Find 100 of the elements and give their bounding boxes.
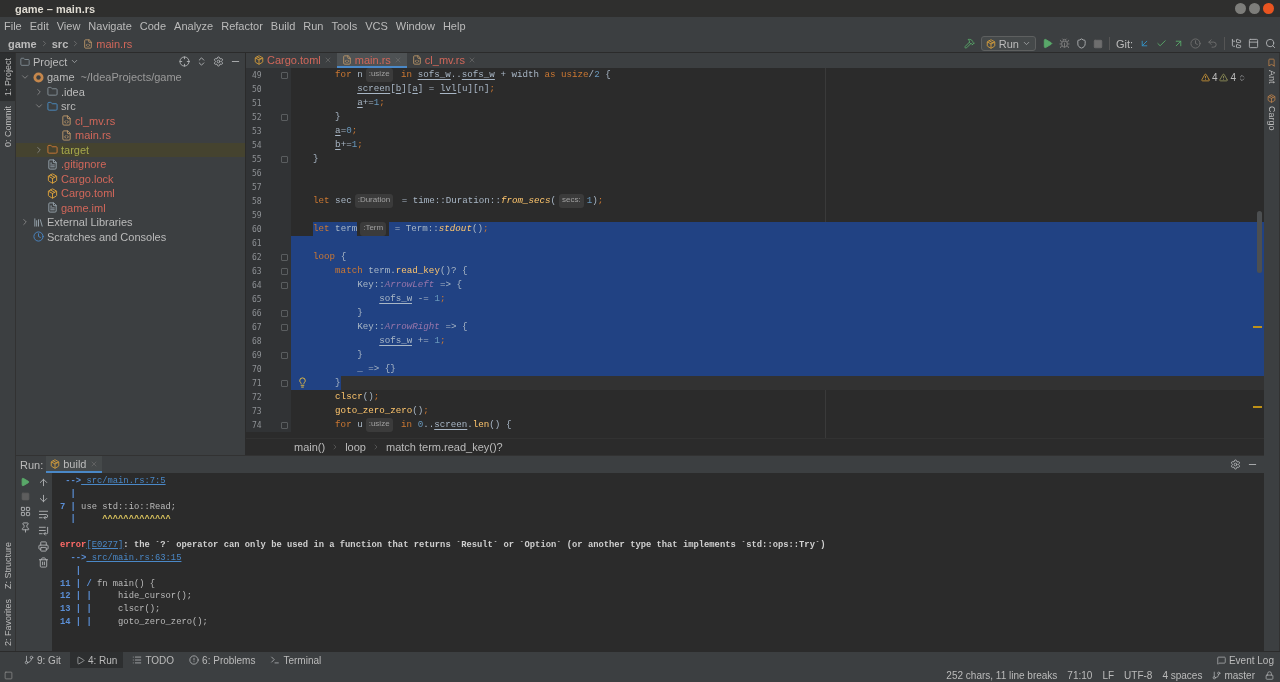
fold-marker[interactable] [281,309,288,317]
tree-item[interactable]: target [16,142,245,157]
scroll-to-end-button[interactable] [37,525,49,536]
warning-marker[interactable] [1253,326,1262,328]
menu-item[interactable]: Build [270,20,296,32]
menu-item[interactable]: File [4,20,22,32]
breadcrumb-item[interactable]: match term.read_key()? [385,441,503,453]
run-configuration-select[interactable]: Run [980,36,1036,51]
tree-item[interactable]: Scratches and Consoles [16,229,245,244]
tree-item[interactable]: src [16,99,245,114]
editor-tab[interactable]: Cargo.toml [249,53,337,68]
tool-window-tab[interactable]: Cargo [1264,88,1279,136]
fold-marker[interactable] [281,323,288,331]
fold-marker[interactable] [281,155,288,163]
settings-button[interactable] [1230,459,1241,470]
breadcrumb-item[interactable]: main.rs [96,37,133,50]
tree-item[interactable]: cl_mv.rs [16,113,245,128]
rollback-button[interactable] [1207,38,1218,49]
scrollbar-thumb[interactable] [1257,211,1262,273]
run-tab[interactable]: build [46,456,102,473]
event-log-button[interactable]: Event Log [1216,654,1274,666]
fold-marker[interactable] [281,267,288,275]
project-structure-button[interactable] [1231,38,1242,49]
tool-window-tab[interactable]: Ant [1264,53,1279,89]
status-item[interactable]: 252 chars, 11 line breaks [946,669,1058,681]
search-button[interactable] [1265,38,1276,49]
menu-item[interactable]: VCS [365,20,388,32]
breadcrumb-item[interactable]: loop [345,441,366,453]
tree-item[interactable]: External Libraries [16,215,245,230]
fold-marker[interactable] [281,281,288,289]
run-button[interactable] [1041,38,1053,49]
minimize-button[interactable] [1235,3,1246,14]
warning-marker[interactable] [1253,406,1262,408]
menu-item[interactable]: Window [395,20,435,32]
tree-item[interactable]: Cargo.toml [16,186,245,201]
commit-button[interactable] [1156,38,1167,49]
status-item[interactable]: UTF-8 [1124,669,1153,681]
maximize-button[interactable] [1249,3,1260,14]
tree-item[interactable]: .idea [16,84,245,99]
status-item[interactable]: LF [1102,669,1115,681]
update-button[interactable] [1139,38,1150,49]
tool-window-tab[interactable]: 0: Commit [0,101,15,153]
history-button[interactable] [1190,38,1201,49]
menu-item[interactable]: View [56,20,81,32]
fold-marker[interactable] [281,113,288,121]
status-item[interactable]: 71:10 [1067,669,1093,681]
build-button[interactable] [963,38,975,49]
menu-item[interactable]: Tools [331,20,358,32]
breadcrumb-item[interactable]: main() [294,441,326,453]
pin-button[interactable] [19,522,31,533]
debug-button[interactable] [1058,38,1070,49]
tool-window-tab[interactable]: 1: Project [0,53,15,102]
down-button[interactable] [37,493,49,504]
tree-item[interactable]: .gitignore [16,157,245,172]
close-button[interactable] [1263,3,1274,14]
clear-button[interactable] [37,557,49,568]
tool-window-tab[interactable]: 4: Run [69,651,124,669]
status-item[interactable]: 4 spaces [1162,669,1203,681]
layout-button[interactable] [1248,38,1259,49]
push-button[interactable] [1173,38,1184,49]
menu-item[interactable]: Analyze [174,20,214,32]
tool-window-tab[interactable]: TODO [126,651,181,669]
tool-window-tab[interactable]: 9: Git [18,651,67,669]
menu-item[interactable]: Help [442,20,466,32]
tool-window-tab[interactable]: Terminal [264,651,328,669]
code-line: goto_zero_zero(); [334,404,429,418]
fold-marker[interactable] [281,379,288,387]
menu-item[interactable]: Run [303,20,324,32]
collapse-button[interactable] [196,56,207,67]
print-button[interactable] [37,541,49,552]
tree-item[interactable]: game ~/IdeaProjects/game [16,70,245,85]
menu-item[interactable]: Navigate [88,20,132,32]
fold-marker[interactable] [281,71,288,79]
tree-item[interactable]: main.rs [16,128,245,143]
fold-marker[interactable] [281,421,288,429]
settings-button[interactable] [213,56,224,67]
branch-button[interactable]: master [1212,669,1255,681]
fold-marker[interactable] [281,253,288,261]
editor-tab[interactable]: cl_mv.rs [406,53,481,68]
stop-button[interactable] [1092,38,1103,49]
soft-wrap-button[interactable] [37,509,49,520]
tool-windows-button[interactable] [4,670,13,680]
warning-icon [1219,73,1229,82]
tool-window-tab[interactable]: Z: Structure [0,536,15,594]
fold-marker[interactable] [281,351,288,359]
locate-button[interactable] [179,56,190,67]
tool-window-tab[interactable]: 6: Problems [183,651,262,669]
tree-item[interactable]: Cargo.lock [16,171,245,186]
up-button[interactable] [37,477,49,488]
breadcrumb-item[interactable]: src [51,37,69,50]
project-view-select[interactable]: Project [20,55,80,68]
menu-item[interactable]: Edit [29,20,49,32]
coverage-button[interactable] [1075,38,1087,49]
rerun-button[interactable] [20,477,30,487]
tool-window-tab[interactable]: 2: Favorites [0,593,15,651]
breadcrumb-item[interactable]: game [8,37,37,50]
menu-item[interactable]: Refactor [221,20,263,32]
tree-item[interactable]: game.iml [16,200,245,215]
layout-button[interactable] [19,506,31,517]
menu-item[interactable]: Code [139,20,167,32]
